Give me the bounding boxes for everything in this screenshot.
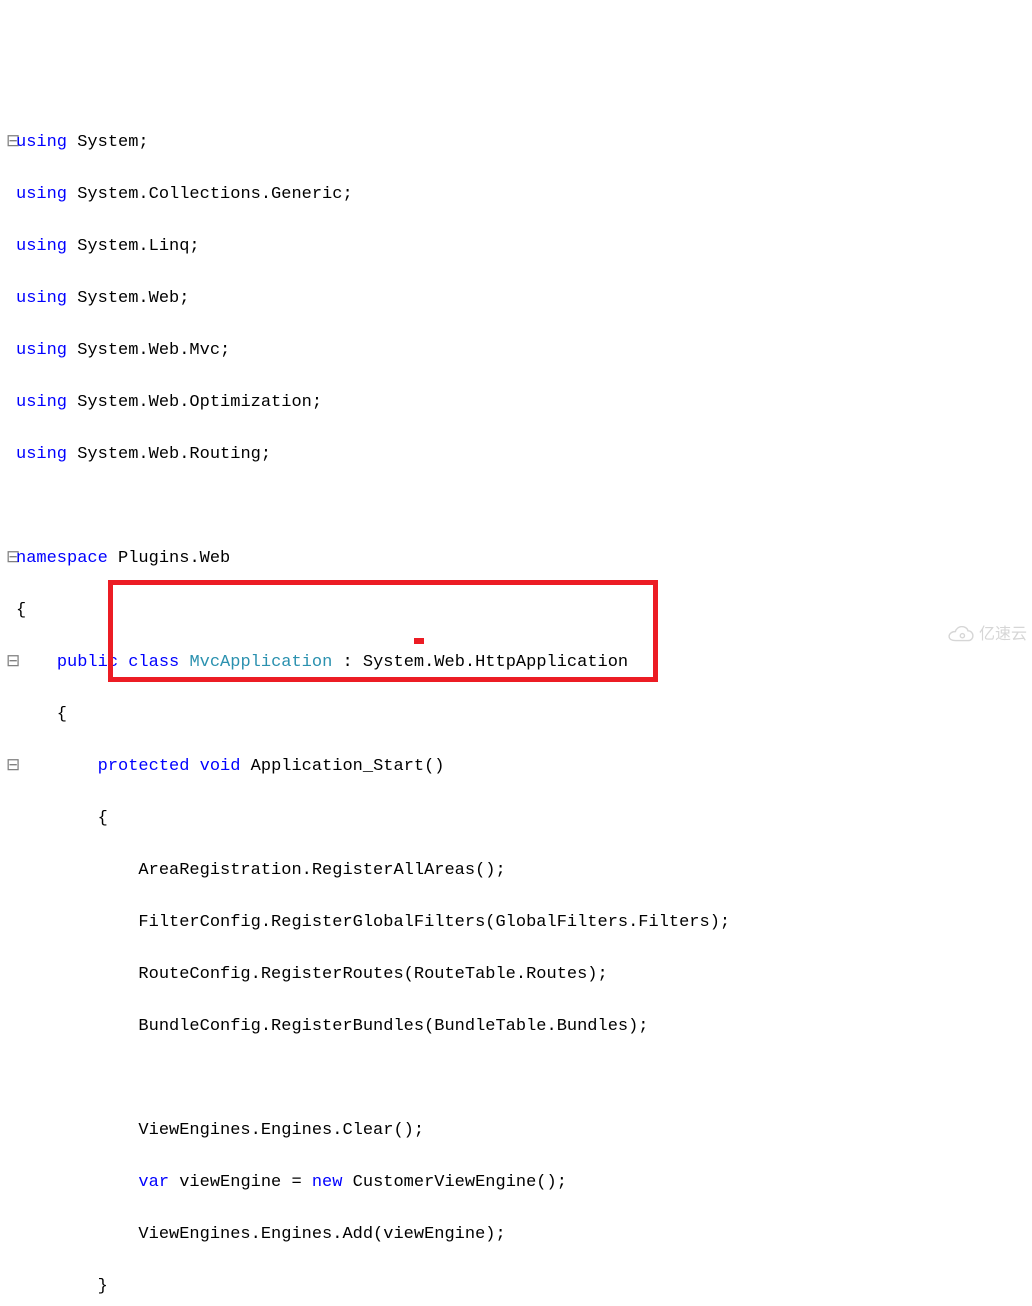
code-line[interactable]: ViewEngines.Engines.Clear(); (6, 1118, 1032, 1144)
code-line[interactable]: FilterConfig.RegisterGlobalFilters(Globa… (6, 910, 1032, 936)
gutter-space (6, 1170, 16, 1196)
collapse-marker[interactable]: ⊟ (6, 546, 16, 572)
code-text: RouteConfig.RegisterRoutes(RouteTable.Ro… (16, 965, 608, 984)
code-text: CustomerViewEngine(); (342, 1173, 566, 1192)
collapse-marker[interactable]: ⊟ (6, 754, 16, 780)
gutter-space (6, 442, 16, 468)
gutter-space (6, 910, 16, 936)
code-line[interactable]: using System.Collections.Generic; (6, 182, 1032, 208)
gutter-space (6, 858, 16, 884)
code-text: BundleConfig.RegisterBundles(BundleTable… (16, 1017, 649, 1036)
code-text: FilterConfig.RegisterGlobalFilters(Globa… (16, 913, 730, 932)
code-text: System.Web.Routing; (67, 445, 271, 464)
code-text: AreaRegistration.RegisterAllAreas(); (16, 861, 506, 880)
code-line[interactable]: ⊟using System; (6, 130, 1032, 156)
code-text: System.Web.Mvc; (67, 341, 230, 360)
code-text: { (16, 809, 108, 828)
code-line[interactable]: using System.Web; (6, 286, 1032, 312)
watermark-text: 亿速云 (979, 622, 1027, 648)
code-line[interactable]: using System.Web.Routing; (6, 442, 1032, 468)
code-text: } (16, 1277, 108, 1296)
code-text: ViewEngines.Engines.Clear(); (16, 1121, 424, 1140)
gutter-space (6, 338, 16, 364)
code-text: { (16, 705, 67, 724)
indent (16, 653, 57, 672)
code-text: ViewEngines.Engines.Add(viewEngine); (16, 1225, 506, 1244)
keyword: using (16, 393, 67, 412)
keyword: using (16, 237, 67, 256)
gutter-space (6, 702, 16, 728)
code-line[interactable]: BundleConfig.RegisterBundles(BundleTable… (6, 1014, 1032, 1040)
gutter-space (6, 1118, 16, 1144)
keyword: void (200, 757, 241, 776)
gutter-space (6, 390, 16, 416)
collapse-marker[interactable]: ⊟ (6, 650, 16, 676)
code-line[interactable]: var viewEngine = new CustomerViewEngine(… (6, 1170, 1032, 1196)
code-text: System; (67, 133, 149, 152)
highlight-annotation-box (108, 580, 658, 682)
indent (16, 1173, 138, 1192)
keyword: var (138, 1173, 169, 1192)
code-text: { (16, 601, 26, 620)
code-line[interactable] (6, 1066, 1032, 1092)
keyword: new (312, 1173, 343, 1192)
gutter-space (6, 1014, 16, 1040)
code-text: Plugins.Web (108, 549, 230, 568)
keyword: using (16, 445, 67, 464)
gutter-space (6, 1222, 16, 1248)
code-line[interactable]: using System.Linq; (6, 234, 1032, 260)
keyword: using (16, 341, 67, 360)
code-text: System.Collections.Generic; (67, 185, 353, 204)
code-line[interactable]: ViewEngines.Engines.Add(viewEngine); (6, 1222, 1032, 1248)
code-text: Application_Start() (240, 757, 444, 776)
code-line[interactable] (6, 494, 1032, 520)
keyword: using (16, 133, 67, 152)
code-line[interactable]: RouteConfig.RegisterRoutes(RouteTable.Ro… (6, 962, 1032, 988)
code-text: System.Web; (67, 289, 189, 308)
code-text: viewEngine = (169, 1173, 312, 1192)
code-line[interactable]: AreaRegistration.RegisterAllAreas(); (6, 858, 1032, 884)
keyword: namespace (16, 549, 108, 568)
keyword: using (16, 289, 67, 308)
gutter-space (6, 234, 16, 260)
code-line[interactable]: ⊟ protected void Application_Start() (6, 754, 1032, 780)
gutter-space (6, 962, 16, 988)
cursor-marker (414, 638, 424, 644)
gutter-space (6, 1274, 16, 1300)
code-text: System.Linq; (67, 237, 200, 256)
indent (16, 757, 98, 776)
code-editor-viewport: ⊟using System; using System.Collections.… (6, 104, 1032, 1306)
code-line[interactable]: using System.Web.Mvc; (6, 338, 1032, 364)
keyword: protected (98, 757, 190, 776)
code-line[interactable]: using System.Web.Optimization; (6, 390, 1032, 416)
code-line[interactable]: ⊟namespace Plugins.Web (6, 546, 1032, 572)
code-text: System.Web.Optimization; (67, 393, 322, 412)
gutter-space (6, 806, 16, 832)
gutter-space (6, 1066, 16, 1092)
code-line[interactable]: { (6, 702, 1032, 728)
gutter-space (6, 182, 16, 208)
keyword: using (16, 185, 67, 204)
collapse-marker[interactable]: ⊟ (6, 130, 16, 156)
gutter-space (6, 598, 16, 624)
gutter-space (6, 286, 16, 312)
space (189, 757, 199, 776)
gutter-space (6, 494, 16, 520)
code-line[interactable]: } (6, 1274, 1032, 1300)
watermark: 亿速云 (947, 622, 1027, 648)
code-line[interactable]: { (6, 806, 1032, 832)
cloud-icon (947, 626, 975, 644)
